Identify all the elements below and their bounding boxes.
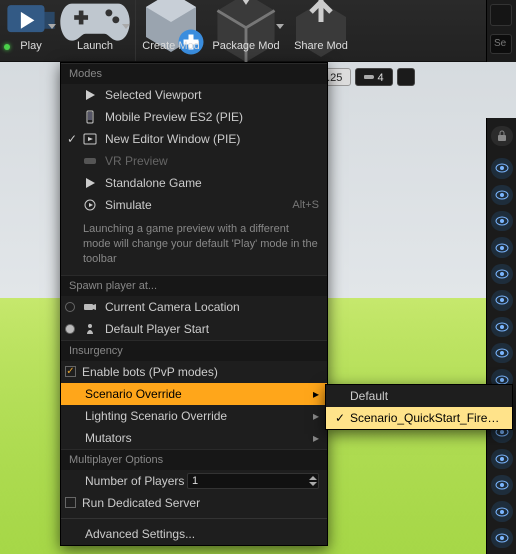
create-mod-label: Create Mod <box>136 40 206 52</box>
menu-item-label: Simulate <box>105 198 292 212</box>
panel-tab[interactable] <box>490 4 512 26</box>
mode-new-editor-window[interactable]: ✓ New Editor Window (PIE) <box>61 128 327 150</box>
mobile-icon <box>81 110 99 124</box>
number-of-players-row[interactable]: Number of Players <box>61 470 327 492</box>
radio-icon <box>65 302 75 312</box>
chevron-right-icon: ▸ <box>313 431 319 445</box>
spawn-section-header: Spawn player at... <box>61 275 327 296</box>
menu-item-label: VR Preview <box>105 154 319 168</box>
visibility-eye-icon[interactable] <box>491 343 513 363</box>
num-players-input[interactable] <box>188 475 308 487</box>
mode-mobile-preview[interactable]: Mobile Preview ES2 (PIE) <box>61 106 327 128</box>
visibility-eye-icon[interactable] <box>491 317 513 337</box>
check-icon: ✓ <box>65 132 79 146</box>
menu-item-label: Scenario Override <box>65 387 313 401</box>
play-dropdown-menu: Modes Selected Viewport Mobile Preview E… <box>60 62 328 546</box>
gamepad-icon <box>58 6 132 38</box>
share-mod-icon <box>286 6 356 38</box>
scenario-quickstart-firefight[interactable]: ✓ Scenario_QuickStart_Firefight <box>326 407 512 429</box>
checkbox-icon <box>65 497 76 508</box>
radio-icon <box>65 324 75 334</box>
viewport-maximize[interactable] <box>397 68 415 86</box>
check-icon: ✓ <box>332 411 348 425</box>
lock-icon[interactable] <box>491 126 513 146</box>
advanced-settings[interactable]: Advanced Settings... <box>61 523 327 545</box>
insurgency-section-header: Insurgency <box>61 340 327 361</box>
menu-item-label: Mobile Preview ES2 (PIE) <box>105 110 319 124</box>
num-players-spinner[interactable] <box>187 473 319 489</box>
create-mod-icon <box>136 6 206 38</box>
window-icon <box>81 132 99 146</box>
menu-item-label: New Editor Window (PIE) <box>105 132 319 146</box>
scenario-default[interactable]: Default <box>326 385 512 407</box>
run-dedicated-toggle[interactable]: Run Dedicated Server <box>61 492 327 514</box>
mode-standalone-game[interactable]: Standalone Game <box>61 172 327 194</box>
menu-item-label: Current Camera Location <box>105 300 319 314</box>
spawn-default-start[interactable]: Default Player Start <box>61 318 327 340</box>
scenario-override-submenu: Default ✓ Scenario_QuickStart_Firefight <box>325 384 513 430</box>
visibility-column <box>486 118 516 554</box>
play-icon <box>81 176 99 190</box>
visibility-eye-icon[interactable] <box>491 290 513 310</box>
mutators-menu[interactable]: Mutators ▸ <box>61 427 327 449</box>
chevron-down-icon[interactable] <box>276 24 284 29</box>
camera-speed-value: 4 <box>377 72 383 84</box>
mode-selected-viewport[interactable]: Selected Viewport <box>61 84 327 106</box>
play-button[interactable]: Play <box>0 0 58 61</box>
visibility-eye-icon[interactable] <box>491 475 513 495</box>
launch-button[interactable]: Launch <box>58 0 132 61</box>
menu-item-label: Advanced Settings... <box>65 527 319 541</box>
mode-simulate[interactable]: Simulate Alt+S <box>61 194 327 216</box>
mode-vr-preview: VR Preview <box>61 150 327 172</box>
chevron-right-icon: ▸ <box>313 409 319 423</box>
package-mod-label: Package Mod <box>206 40 286 52</box>
menu-item-label: Lighting Scenario Override <box>65 409 313 423</box>
chevron-right-icon: ▸ <box>313 387 319 401</box>
package-mod-icon <box>206 6 286 38</box>
menu-item-label: Run Dedicated Server <box>82 496 319 510</box>
vr-icon <box>81 154 99 168</box>
visibility-eye-icon[interactable] <box>491 211 513 231</box>
main-toolbar: Play Launch Create Mod Package Mod Share… <box>0 0 516 62</box>
create-mod-button[interactable]: Create Mod <box>136 0 206 61</box>
num-players-label: Number of Players <box>65 474 184 488</box>
visibility-eye-icon[interactable] <box>491 528 513 548</box>
visibility-eye-icon[interactable] <box>491 264 513 284</box>
menu-item-label: Selected Viewport <box>105 88 319 102</box>
search-input[interactable]: Se <box>490 34 512 54</box>
visibility-eye-icon[interactable] <box>491 237 513 257</box>
status-indicator <box>4 44 10 50</box>
share-mod-label: Share Mod <box>286 40 356 52</box>
lighting-override-menu[interactable]: Lighting Scenario Override ▸ <box>61 405 327 427</box>
multiplayer-section-header: Multiplayer Options <box>61 449 327 470</box>
menu-item-label: Mutators <box>65 431 313 445</box>
enable-bots-toggle[interactable]: Enable bots (PvP modes) <box>61 361 327 383</box>
camera-icon <box>81 300 99 314</box>
modes-help-text: Launching a game preview with a differen… <box>61 216 327 275</box>
submenu-item-label: Scenario_QuickStart_Firefight <box>350 411 502 425</box>
chevron-down-icon[interactable] <box>48 24 56 29</box>
player-start-icon <box>81 322 99 336</box>
checkbox-icon <box>65 366 76 377</box>
menu-item-label: Default Player Start <box>105 322 319 336</box>
modes-section-header: Modes <box>61 63 327 84</box>
right-panel-header: Se <box>486 0 516 62</box>
submenu-item-label: Default <box>350 389 502 403</box>
chevron-down-icon[interactable] <box>122 24 130 29</box>
visibility-eye-icon[interactable] <box>491 158 513 178</box>
spawn-current-camera[interactable]: Current Camera Location <box>61 296 327 318</box>
scenario-override-menu[interactable]: Scenario Override ▸ <box>61 383 327 405</box>
visibility-eye-icon[interactable] <box>491 449 513 469</box>
camera-speed[interactable]: 4 <box>355 68 392 86</box>
menu-item-label: Enable bots (PvP modes) <box>82 365 319 379</box>
play-icon <box>81 88 99 102</box>
share-mod-button[interactable]: Share Mod <box>286 0 356 61</box>
menu-item-label: Standalone Game <box>105 176 319 190</box>
play-icon <box>4 6 58 38</box>
visibility-eye-icon[interactable] <box>491 185 513 205</box>
simulate-icon <box>81 198 99 212</box>
package-mod-button[interactable]: Package Mod <box>206 0 286 61</box>
shortcut-label: Alt+S <box>292 199 319 211</box>
visibility-eye-icon[interactable] <box>491 501 513 521</box>
